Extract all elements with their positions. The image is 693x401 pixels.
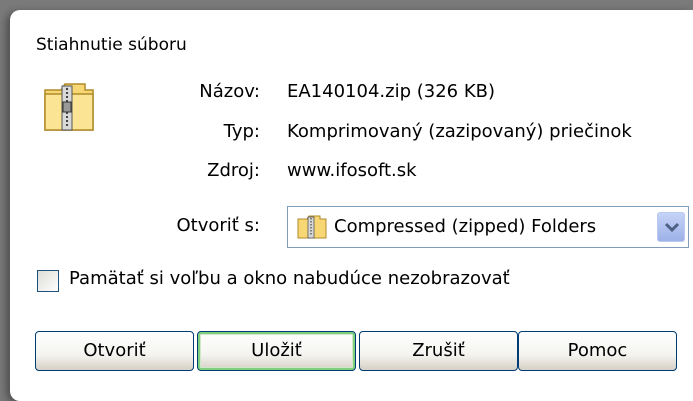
cancel-button[interactable]: Zrušiť bbox=[359, 331, 518, 371]
dialog-title: Stiahnutie súboru bbox=[36, 35, 187, 55]
dropdown-arrow-button[interactable] bbox=[657, 212, 685, 242]
name-value: EA140104.zip (326 KB) bbox=[287, 81, 495, 102]
save-button[interactable]: Uložiť bbox=[197, 331, 356, 371]
zip-folder-icon bbox=[297, 215, 327, 239]
source-value: www.ifosoft.sk bbox=[287, 160, 417, 181]
open-with-select[interactable]: Compressed (zipped) Folders bbox=[287, 206, 689, 248]
open-button[interactable]: Otvoriť bbox=[35, 331, 194, 371]
type-label: Typ: bbox=[223, 121, 260, 142]
type-value: Komprimovaný (zazipovaný) priečinok bbox=[287, 121, 632, 142]
source-label: Zdroj: bbox=[207, 160, 260, 181]
zip-folder-icon bbox=[44, 83, 94, 131]
chevron-down-icon bbox=[664, 222, 680, 233]
name-label: Názov: bbox=[199, 81, 260, 102]
help-button[interactable]: Pomoc bbox=[518, 331, 677, 371]
remember-choice-checkbox[interactable] bbox=[37, 270, 59, 292]
open-with-selected-value: Compressed (zipped) Folders bbox=[334, 216, 597, 237]
remember-choice-label[interactable]: Pamätať si voľbu a okno nabudúce nezobra… bbox=[69, 268, 510, 289]
open-with-label: Otvoriť s: bbox=[176, 215, 260, 236]
file-download-dialog: Stiahnutie súboru Názov: EA140104.zip (3… bbox=[10, 10, 693, 401]
